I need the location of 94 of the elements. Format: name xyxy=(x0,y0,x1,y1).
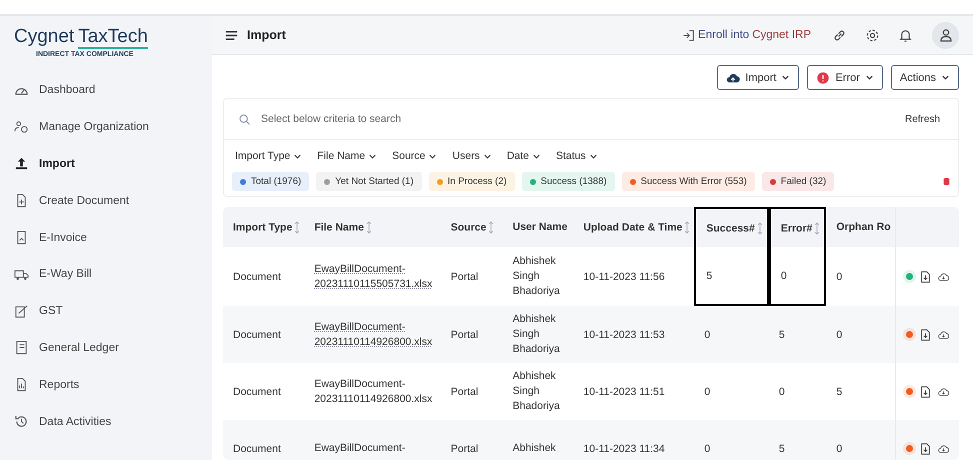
filter-dropdown[interactable]: Source xyxy=(392,150,438,162)
status-chip[interactable]: Success (1388) xyxy=(522,172,615,191)
brand-name: Cygnet xyxy=(14,26,74,47)
status-chip[interactable]: Yet Not Started (1) xyxy=(316,172,422,191)
cloud-download-icon[interactable] xyxy=(938,386,949,398)
file-download-icon[interactable] xyxy=(920,386,931,398)
status-chip[interactable]: Failed (32) xyxy=(762,172,834,191)
sidebar-item[interactable]: E-Invoice xyxy=(14,219,212,256)
table-cell: 0 xyxy=(836,442,842,454)
search-icon xyxy=(238,112,251,126)
cloud-download-icon[interactable] xyxy=(938,328,949,340)
table-cell: 10-11-2023 11:34 xyxy=(583,442,665,454)
sidebar-item[interactable]: Dashboard xyxy=(14,72,212,109)
column-header[interactable]: Error# xyxy=(768,207,826,247)
enroll-link[interactable]: Enroll into Cygnet IRP xyxy=(682,28,811,42)
table-cell: 10-11-2023 11:51 xyxy=(583,386,665,398)
sidebar-item[interactable]: Create Document xyxy=(14,182,212,220)
filter-dropdown[interactable]: Users xyxy=(452,150,492,162)
file-link[interactable]: EwayBillDocument-20231110115505731.xlsx xyxy=(314,262,437,292)
table-cell: Portal xyxy=(450,386,478,398)
filter-dropdown[interactable]: Import Type xyxy=(235,150,302,162)
table-cell: Portal xyxy=(450,442,478,454)
history-icon xyxy=(14,414,29,430)
column-header[interactable]: Success# xyxy=(694,207,769,247)
table-cell: 0 xyxy=(704,386,710,398)
sidebar-item[interactable]: Manage Organization xyxy=(14,108,212,146)
table-cell: Portal xyxy=(450,328,478,340)
caret-icon xyxy=(864,73,874,82)
column-header[interactable]: Orphan Ro xyxy=(826,207,895,247)
column-header[interactable]: Import Type xyxy=(223,207,304,247)
table-cell: 0 xyxy=(778,386,785,398)
table-cell: Document xyxy=(233,386,281,398)
table-cell: 0 xyxy=(780,270,787,282)
column-header[interactable]: Upload Date & Time xyxy=(573,207,694,247)
settings-icon[interactable] xyxy=(865,28,880,42)
caret-icon xyxy=(781,73,790,82)
refresh-button[interactable]: Refresh xyxy=(898,112,946,126)
table-cell: 5 xyxy=(836,386,842,398)
table-cell: 10-11-2023 11:53 xyxy=(583,328,665,340)
status-chip[interactable]: Total (1976) xyxy=(232,172,310,191)
table-cell: Document xyxy=(233,328,281,340)
page-title: Import xyxy=(247,28,286,42)
link-icon[interactable] xyxy=(832,28,847,42)
filter-dropdown[interactable]: Date xyxy=(506,150,541,162)
upload-icon xyxy=(14,156,29,172)
table-cell: EwayBillDocument- xyxy=(314,441,406,456)
status-chip[interactable]: Success With Error (553) xyxy=(622,172,755,191)
table-cell: Document xyxy=(233,442,281,454)
table-cell: Portal xyxy=(450,270,478,282)
filter-dropdown[interactable]: Status xyxy=(556,150,598,162)
ledger-icon xyxy=(14,340,29,356)
table-cell: 0 xyxy=(704,328,710,340)
person-icon xyxy=(938,27,954,43)
sign-in-icon xyxy=(682,28,696,42)
dropdown-button[interactable]: Error xyxy=(807,65,883,90)
sidebar-item[interactable]: E-Way Bill xyxy=(14,256,212,293)
table-cell-text: Abhishek Singh Bhadoriya xyxy=(512,254,561,299)
column-header[interactable]: File Name xyxy=(304,207,441,247)
column-header[interactable]: Source xyxy=(440,207,503,247)
table-cell-text: Abhishek Singh Bhadoriya xyxy=(512,312,561,357)
table-cell: 0 xyxy=(836,328,842,340)
sidebar-item[interactable]: Import xyxy=(14,146,212,182)
sidebar-item[interactable]: Reports xyxy=(14,366,212,404)
alert-icon xyxy=(816,70,830,84)
sidebar-item[interactable]: GST xyxy=(14,292,212,330)
status-chip[interactable]: In Process (2) xyxy=(428,172,515,191)
cloud-download-icon[interactable] xyxy=(938,442,949,454)
table-cell: 10-11-2023 11:56 xyxy=(583,270,665,282)
sidebar-item[interactable]: General Ledger xyxy=(14,330,212,366)
table-cell: 5 xyxy=(778,328,785,340)
filter-dropdown[interactable]: File Name xyxy=(317,150,378,162)
database-icon[interactable] xyxy=(943,177,950,186)
file-download-icon[interactable] xyxy=(920,442,931,454)
column-header[interactable]: User Name xyxy=(502,207,574,247)
org-icon xyxy=(14,120,29,135)
table-cell: Abhishek xyxy=(512,441,556,456)
table-cell: 5 xyxy=(778,442,785,454)
sidebar-item[interactable]: Data Activities xyxy=(14,403,212,440)
cloud-download-icon[interactable] xyxy=(938,270,949,282)
table-cell: 0 xyxy=(836,270,842,282)
table-cell: Document xyxy=(233,270,281,282)
table-cell: 0 xyxy=(704,442,710,454)
actions-dropdown[interactable]: Actions xyxy=(890,65,959,90)
avatar-button[interactable] xyxy=(932,22,959,48)
file-download-icon[interactable] xyxy=(920,270,931,282)
file-download-icon[interactable] xyxy=(920,328,931,340)
bell-icon[interactable] xyxy=(898,28,913,42)
caret-icon xyxy=(941,73,950,82)
brand-name-suffix: TaxTech xyxy=(78,26,148,49)
dropdown-button[interactable]: Import xyxy=(717,65,800,90)
table-cell-text: Abhishek Singh Bhadoriya xyxy=(512,369,561,414)
table-cell: 5 xyxy=(706,270,712,282)
table-cell-text: EwayBillDocument-20231110114926800.xlsx xyxy=(314,376,434,406)
sign-icon xyxy=(14,304,29,319)
